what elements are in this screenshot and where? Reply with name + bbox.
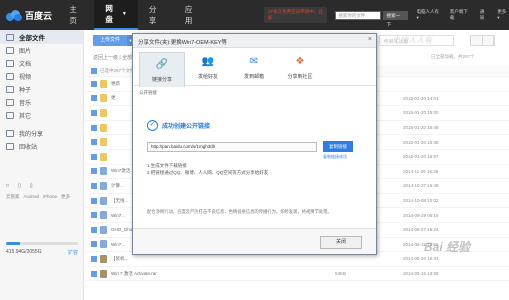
sidebar-item-images[interactable]: 图片 <box>0 44 83 57</box>
friends-icon: 👥 <box>201 55 215 67</box>
top-search-button[interactable]: 搜索一下 <box>382 10 408 27</box>
share-icon <box>6 130 14 137</box>
expand-storage-link[interactable]: 扩容 <box>68 249 78 256</box>
baidu-jingyan-watermark: Bai 经验 <box>424 240 471 254</box>
nav-tab-netdisk-label: 网盘 <box>105 4 113 24</box>
link-icon: 🔗 <box>155 58 169 70</box>
community-icon: ❖ <box>295 55 305 67</box>
sidebar: 全部文件 图片 文档 视频 种子 音乐 其它 我的分享 回收站 □ ▯ ▯ 云管… <box>0 30 84 300</box>
share-method-tabs: 🔗 链接分享 👥 发给好友 ✉ 发到邮箱 ❖ 分享到社区 <box>133 48 376 87</box>
quota-fill <box>6 242 21 245</box>
copy-link-button[interactable]: 复制链接 <box>323 141 353 152</box>
baidu-cloud-logo[interactable]: 百度云 <box>0 9 58 22</box>
share-link-field[interactable]: http://pan.baidu.com/s/1mgh3dlI <box>147 142 317 152</box>
nav-tab-apps[interactable]: 应用 <box>174 0 210 30</box>
share-hints: 1.生成文件下载链接 2.把链接通过QQ、微博、人人网、QQ空间等方式分享给好友 <box>147 162 268 176</box>
nav-tab-share[interactable]: 分享 <box>138 0 174 30</box>
device-icons: □ ▯ ▯ <box>6 183 33 189</box>
sidebar-item-other[interactable]: 其它 <box>0 109 83 122</box>
sidebar-item-recycle-bin[interactable]: 回收站 <box>0 140 83 153</box>
notice-text: 配合净网行动，百度云严厉打击不良信息，色情低俗信息的传播行为，如经发现，将视情节… <box>147 209 332 214</box>
hint-line: 2.把链接通过QQ、微博、人人网、QQ空间等方式分享给好友 <box>147 170 269 175</box>
notification-link[interactable]: 通知 <box>480 9 488 21</box>
chevron-down-icon: ▼ <box>121 11 127 17</box>
sidebar-item-my-shares[interactable]: 我的分享 <box>0 127 83 140</box>
sidebar-item-label: 文档 <box>19 62 32 68</box>
other-icon <box>6 112 14 119</box>
folder-icon <box>6 33 14 41</box>
android-icon[interactable]: ▯ <box>18 183 21 189</box>
device-labels: 云管家 Android iPhone 更多 <box>6 194 70 200</box>
top-nav-bar: 百度云 主页 网盘 ▼ 分享 应用 2T永久免费空间申请中，立即 搜索你的文件 … <box>0 0 509 30</box>
iphone-icon[interactable]: ▯ <box>30 183 33 189</box>
image-icon <box>6 47 14 54</box>
sidebar-item-videos[interactable]: 视频 <box>0 70 83 83</box>
sidebar-item-label: 其它 <box>19 114 32 120</box>
sidebar-item-torrents[interactable]: 种子 <box>0 83 83 96</box>
more-menu[interactable]: 更多 ▾ <box>497 9 509 21</box>
sidebar-item-label: 种子 <box>19 88 32 94</box>
nav-tab-netdisk[interactable]: 网盘 ▼ <box>94 0 138 30</box>
quota-bar <box>6 242 78 245</box>
nav-tab-home[interactable]: 主页 <box>58 0 94 30</box>
close-button[interactable]: 关闭 <box>320 236 362 249</box>
mail-icon: ✉ <box>249 55 259 67</box>
torrent-icon <box>6 86 14 93</box>
promo-banner[interactable]: 2T永久免费空间申请中，立即 <box>263 7 328 23</box>
tab-send-email[interactable]: ✉ 发到邮箱 <box>231 52 277 85</box>
pc-icon[interactable]: □ <box>6 183 9 189</box>
client-download-link[interactable]: 客户端下载 <box>450 9 471 21</box>
document-icon <box>6 60 14 67</box>
dialog-title: 分享文件(夹):更换Win7-OEM-KEY等 <box>138 40 227 46</box>
sidebar-item-label: 视频 <box>19 75 32 81</box>
share-dialog: 分享文件(夹):更换Win7-OEM-KEY等 × 🔗 链接分享 👥 发给好友 … <box>132 33 377 255</box>
quota-text: 415.94G/2055G <box>6 249 42 255</box>
top-search-input[interactable]: 搜索你的文件 <box>335 10 381 20</box>
sidebar-item-documents[interactable]: 文档 <box>0 57 83 70</box>
copy-success-text: 复制链接成功 <box>323 154 347 159</box>
sidebar-item-label: 我的分享 <box>19 132 44 138</box>
sidebar-item-all-files[interactable]: 全部文件 <box>0 30 83 44</box>
trash-icon <box>6 143 14 150</box>
cloud-logo-icon <box>6 9 22 21</box>
sidebar-item-label: 音乐 <box>19 101 32 107</box>
tab-label: 发到邮箱 <box>243 74 264 80</box>
panel-label: 公开链接 <box>139 90 157 95</box>
logo-text: 百度云 <box>25 10 53 21</box>
success-text: 成功创建公开链接 <box>162 124 211 130</box>
sidebar-item-music[interactable]: 音乐 <box>0 96 83 109</box>
storage-quota: 415.94G/2055G 扩容 <box>6 242 78 256</box>
tab-label: 发给好友 <box>197 74 218 80</box>
device-label-more[interactable]: 更多 <box>61 194 70 200</box>
sidebar-item-label: 图片 <box>19 49 32 55</box>
tab-share-community[interactable]: ❖ 分享到社区 <box>277 52 323 85</box>
user-menu[interactable]: 电脑人人有 ▾ <box>417 9 441 21</box>
music-icon <box>6 99 14 106</box>
device-label-pc[interactable]: 云管家 <box>6 194 20 200</box>
tab-label: 分享到社区 <box>287 74 313 80</box>
check-circle-icon: ✓ <box>147 120 158 131</box>
dialog-title-bar: 分享文件(夹):更换Win7-OEM-KEY等 × <box>133 34 376 48</box>
tab-label: 链接分享 <box>151 77 172 83</box>
tab-send-friends[interactable]: 👥 发给好友 <box>185 52 231 85</box>
sidebar-item-label: 全部文件 <box>19 35 45 42</box>
success-message: ✓ 成功创建公开链接 <box>147 120 210 131</box>
dialog-footer: 关闭 <box>133 228 376 254</box>
hint-line: 1.生成文件下载链接 <box>147 163 187 168</box>
video-icon <box>6 73 14 80</box>
tab-link-share[interactable]: 🔗 链接分享 <box>139 52 185 87</box>
device-label-iphone[interactable]: iPhone <box>43 194 57 200</box>
close-icon[interactable]: × <box>368 36 372 43</box>
device-label-android[interactable]: Android <box>24 194 40 200</box>
sidebar-item-label: 回收站 <box>19 145 38 151</box>
